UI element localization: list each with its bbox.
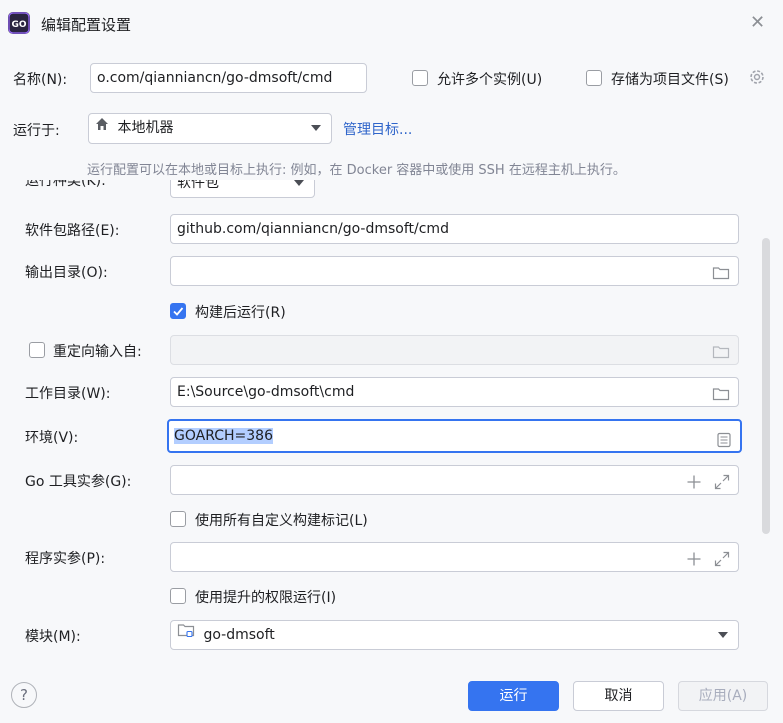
use-custom-tags-checkbox[interactable] — [170, 511, 186, 527]
working-dir-input[interactable]: E:\Source\go-dmsoft\cmd — [170, 377, 739, 407]
chevron-down-icon — [311, 125, 321, 131]
module-folder-icon — [177, 621, 195, 648]
env-value: GOARCH=386 — [174, 428, 273, 444]
output-dir-label: 输出目录(O): — [25, 265, 108, 281]
store-as-project-file-checkbox[interactable] — [586, 70, 602, 86]
svg-text:GO: GO — [11, 20, 26, 30]
help-button[interactable]: ? — [11, 682, 37, 708]
program-args-input[interactable] — [170, 542, 739, 572]
allow-multiple-label: 允许多个实例(U) — [437, 72, 543, 88]
use-custom-tags-label: 使用所有自定义构建标记(L) — [195, 513, 368, 529]
form-panel[interactable]: 运行种类(K): 软件包 软件包路径(E): github.com/qianni… — [13, 180, 771, 670]
run-after-build-label: 构建后运行(R) — [195, 305, 286, 321]
title-bar: GO 编辑配置设置 ✕ — [0, 0, 783, 48]
run-kind-select[interactable]: 软件包 — [170, 180, 315, 198]
run-on-hint: 运行配置可以在本地或目标上执行: 例如，在 Docker 容器中或使用 SSH … — [87, 163, 626, 178]
expand-icon[interactable] — [714, 549, 730, 571]
module-label: 模块(M): — [25, 629, 81, 645]
folder-icon[interactable] — [712, 263, 730, 285]
gear-icon[interactable] — [748, 68, 766, 90]
run-kind-label: 运行种类(K): — [25, 180, 106, 189]
home-icon — [95, 114, 109, 141]
store-as-project-file-label: 存储为项目文件(S) — [611, 72, 729, 88]
chevron-down-icon — [294, 180, 304, 186]
output-dir-input[interactable] — [170, 256, 739, 286]
package-path-input[interactable]: github.com/qianniancn/go-dmsoft/cmd — [170, 214, 739, 244]
run-button[interactable]: 运行 — [468, 681, 559, 711]
folder-icon — [712, 342, 730, 364]
expand-icon[interactable] — [714, 472, 730, 494]
redirect-input-label: 重定向输入自: — [53, 344, 142, 360]
run-on-select[interactable]: 本地机器 — [88, 113, 332, 144]
redirect-input-checkbox[interactable] — [29, 342, 45, 358]
elevated-checkbox[interactable] — [170, 588, 186, 604]
name-input[interactable]: o.com/qianniancn/go-dmsoft/cmd — [90, 63, 367, 93]
working-dir-label: 工作目录(W): — [25, 386, 111, 402]
env-input[interactable]: GOARCH=386 — [167, 419, 742, 453]
go-tool-args-label: Go 工具实参(G): — [25, 474, 132, 490]
goland-app-icon: GO — [8, 12, 30, 34]
name-value: o.com/qianniancn/go-dmsoft/cmd — [97, 70, 333, 86]
close-icon[interactable]: ✕ — [750, 12, 765, 33]
run-on-label: 运行于: — [13, 123, 60, 139]
manage-targets-link[interactable]: 管理目标... — [343, 119, 412, 139]
allow-multiple-checkbox[interactable] — [412, 70, 428, 86]
run-after-build-checkbox[interactable] — [170, 303, 186, 319]
redirect-input-field[interactable] — [170, 335, 739, 365]
list-icon[interactable] — [716, 429, 732, 451]
package-path-value: github.com/qianniancn/go-dmsoft/cmd — [177, 221, 449, 237]
folder-icon[interactable] — [712, 384, 730, 406]
run-kind-value: 软件包 — [177, 180, 219, 191]
run-on-value: 本地机器 — [117, 120, 174, 136]
program-args-label: 程序实参(P): — [25, 551, 106, 567]
env-label: 环境(V): — [25, 430, 79, 446]
working-dir-value: E:\Source\go-dmsoft\cmd — [177, 384, 355, 400]
go-tool-args-input[interactable] — [170, 465, 739, 495]
module-select[interactable]: go-dmsoft — [170, 620, 739, 650]
plus-icon[interactable] — [686, 472, 702, 494]
plus-icon[interactable] — [686, 549, 702, 571]
chevron-down-icon — [718, 632, 728, 638]
scrollbar[interactable] — [762, 238, 770, 534]
cancel-button[interactable]: 取消 — [573, 681, 664, 711]
name-label: 名称(N): — [13, 72, 68, 88]
elevated-label: 使用提升的权限运行(I) — [195, 590, 337, 606]
module-value: go-dmsoft — [203, 627, 275, 643]
apply-button[interactable]: 应用(A) — [678, 681, 768, 711]
dialog-title: 编辑配置设置 — [41, 16, 132, 34]
package-path-label: 软件包路径(E): — [25, 223, 120, 239]
